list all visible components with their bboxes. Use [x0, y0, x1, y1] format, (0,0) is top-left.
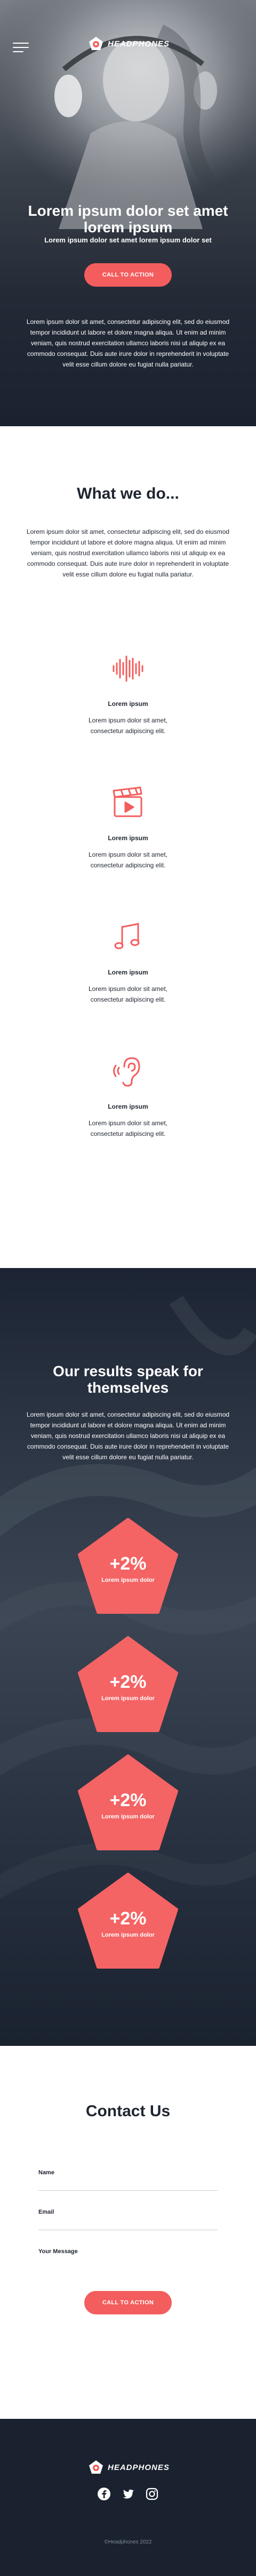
service-text: Lorem ipsum dolor sit amet, consectetur … [88, 1119, 168, 1137]
email-input[interactable] [38, 2215, 218, 2230]
hamburger-menu-icon[interactable] [13, 43, 29, 52]
email-label: Email [38, 2209, 54, 2215]
service-text: Lorem ipsum dolor sit amet, consectetur … [88, 851, 168, 869]
section-body-text: Lorem ipsum dolor sit amet, consectetur … [26, 528, 230, 578]
email-field[interactable]: Email [38, 2209, 218, 2230]
music-note-icon [114, 923, 140, 949]
name-label: Name [38, 2169, 54, 2176]
social-links [97, 2487, 159, 2501]
contact-title: Contact Us [85, 2102, 171, 2120]
hero-section: HEADPHONES Lorem ipsum dolor set amet lo… [0, 0, 256, 426]
message-input[interactable] [38, 2255, 218, 2270]
stat-label: Lorem ipsum dolor [101, 1577, 155, 1583]
hero-cta-button[interactable]: CALL TO ACTION [84, 263, 172, 287]
logo-text: HEADPHONES [108, 2463, 170, 2472]
footer-logo[interactable]: HEADPHONES [89, 2460, 170, 2475]
service-item: Lorem ipsum Lorem ipsum dolor sit amet, … [53, 919, 203, 1005]
results-section: Our results speak for themselves Lorem i… [0, 1268, 256, 2046]
stat-label: Lorem ipsum dolor [101, 1814, 155, 1820]
contact-section: Contact Us Name Email Your Message CALL … [0, 2046, 256, 2419]
facebook-icon[interactable] [97, 2487, 111, 2501]
contact-cta-button[interactable]: CALL TO ACTION [84, 2291, 172, 2314]
copyright-text: ©Headphones 2022 [104, 2539, 152, 2545]
stat-label: Lorem ipsum dolor [101, 1932, 155, 1938]
twitter-icon[interactable] [121, 2487, 135, 2501]
stat-pentagon: +2% Lorem ipsum dolor [77, 1872, 179, 1969]
stat-label: Lorem ipsum dolor [101, 1695, 155, 1702]
pentagon-logo-icon [89, 2460, 103, 2474]
instagram-icon[interactable] [145, 2487, 159, 2501]
hero-body-text: Lorem ipsum dolor sit amet, consectetur … [26, 318, 230, 368]
top-navigation: HEADPHONES [0, 0, 256, 80]
hero-title: Lorem ipsum dolor set amet lorem ipsum [28, 202, 228, 235]
message-field[interactable]: Your Message [38, 2248, 218, 2270]
hero-subtitle: Lorem ipsum dolor set amet lorem ipsum d… [44, 236, 212, 244]
ear-icon [113, 1057, 140, 1087]
sound-wave-icon [113, 655, 143, 682]
results-body-text: Lorem ipsum dolor sit amet, consectetur … [26, 1411, 230, 1461]
stat-value: +2% [109, 1790, 147, 1810]
stat-value: +2% [109, 1554, 147, 1574]
service-text: Lorem ipsum dolor sit amet, consectetur … [88, 717, 168, 735]
message-label: Your Message [38, 2248, 78, 2255]
footer: HEADPHONES ©Headphones 2022 [0, 2419, 256, 2576]
service-title: Lorem ipsum [108, 834, 148, 842]
pentagon-logo-icon [89, 37, 103, 50]
stat-pentagon: +2% Lorem ipsum dolor [77, 1754, 179, 1851]
service-item: Lorem ipsum Lorem ipsum dolor sit amet, … [53, 1053, 203, 1139]
stat-pentagon: +2% Lorem ipsum dolor [77, 1636, 179, 1733]
service-title: Lorem ipsum [108, 969, 148, 976]
clapperboard-icon [113, 786, 142, 817]
stat-value: +2% [109, 1672, 147, 1692]
service-text: Lorem ipsum dolor sit amet, consectetur … [88, 985, 168, 1003]
logo-text: HEADPHONES [108, 39, 170, 48]
stat-value: +2% [109, 1908, 147, 1929]
name-input[interactable] [38, 2176, 218, 2191]
service-title: Lorem ipsum [108, 700, 148, 708]
stat-pentagon: +2% Lorem ipsum dolor [77, 1517, 179, 1614]
results-title: Our results speak for themselves [53, 1363, 203, 1396]
name-field[interactable]: Name [38, 2169, 218, 2191]
service-title: Lorem ipsum [108, 1103, 148, 1110]
section-title: What we do... [77, 485, 179, 502]
service-item: Lorem ipsum Lorem ipsum dolor sit amet, … [53, 784, 203, 871]
logo[interactable]: HEADPHONES [89, 36, 170, 51]
what-we-do-section: What we do... Lorem ipsum dolor sit amet… [0, 426, 256, 1268]
service-item: Lorem ipsum Lorem ipsum dolor sit amet, … [53, 650, 203, 736]
